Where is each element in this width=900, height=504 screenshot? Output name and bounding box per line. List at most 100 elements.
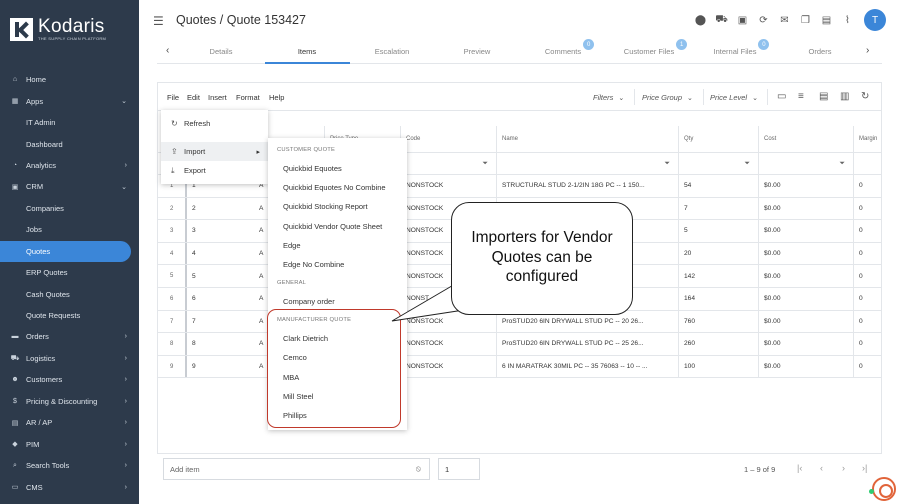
comment-icon[interactable]: ▤ — [819, 91, 828, 102]
qty-cell[interactable]: 164 — [678, 288, 758, 310]
tab-preview[interactable]: Preview — [437, 47, 517, 56]
filter-icon[interactable]: ⏷ — [664, 160, 670, 168]
menu-insert[interactable]: Insert — [208, 93, 227, 102]
menu-item-refresh[interactable]: ↻ Refresh — [161, 114, 268, 133]
sidebar-item-it-admin[interactable]: IT Admin — [0, 112, 139, 133]
file-download-icon[interactable]: ▤ — [816, 15, 837, 26]
cost-cell[interactable]: $0.00 — [758, 355, 853, 378]
mail-icon[interactable]: ✉ — [774, 15, 795, 26]
barcode-off-icon[interactable]: ⦸ — [416, 464, 421, 474]
card-view-icon[interactable]: ▭ — [777, 91, 786, 102]
cost-cell[interactable]: $0.00 — [758, 175, 853, 197]
sidebar-item-crm[interactable]: ▣ CRM ⌄ — [0, 176, 139, 197]
line-cell[interactable]: 2 — [185, 197, 254, 220]
qty-filter[interactable]: ⏷ — [678, 153, 758, 174]
margin-cell[interactable]: 0 — [853, 333, 882, 355]
name-cell[interactable]: STRUCTURAL STUD 2-1/2IN 18G PC -- 1 150.… — [496, 175, 678, 197]
truck-icon[interactable]: ⛟ — [711, 14, 732, 27]
sidebar-item-erp-quotes[interactable]: ERP Quotes — [0, 262, 139, 283]
tab-scroll-left-icon[interactable]: ‹ — [166, 45, 169, 56]
sidebar-item-cash-quotes[interactable]: Cash Quotes — [0, 283, 139, 304]
qty-cell[interactable]: 260 — [678, 333, 758, 355]
filter-icon[interactable]: ⏷ — [744, 160, 750, 168]
avatar[interactable]: T — [864, 9, 886, 31]
menu-item-import[interactable]: ⇪ Import ▸ — [161, 142, 268, 161]
qty-cell[interactable]: 7 — [678, 197, 758, 220]
tab-items[interactable]: Items — [267, 47, 347, 56]
next-page-icon[interactable]: › — [842, 463, 845, 473]
line-cell[interactable]: 5 — [185, 265, 254, 287]
add-item-qty-input[interactable]: 1 — [438, 458, 480, 480]
qty-cell[interactable]: 100 — [678, 355, 758, 378]
first-page-icon[interactable]: |‹ — [797, 463, 802, 473]
import-option[interactable]: Edge — [283, 241, 301, 250]
cost-cell[interactable]: $0.00 — [758, 333, 853, 355]
name-cell[interactable]: ProSTUD20 6IN DRYWALL STUD PC -- 25 26..… — [496, 333, 678, 355]
menu-help[interactable]: Help — [269, 93, 284, 102]
line-cell[interactable]: 4 — [185, 242, 254, 265]
sync-dollar-icon[interactable]: ⟳ — [753, 15, 774, 26]
sidebar-item-quotes[interactable]: Quotes — [0, 240, 131, 262]
cost-cell[interactable]: $0.00 — [758, 220, 853, 242]
sidebar-item-logistics[interactable]: ⛟ Logistics › — [0, 348, 139, 369]
code-cell[interactable]: NONSTOCK — [400, 355, 496, 378]
menu-edit[interactable]: Edit — [187, 93, 200, 102]
hamburger-menu-icon[interactable]: ☰ — [153, 14, 164, 28]
import-option[interactable]: Quickbid Equotes — [283, 164, 342, 173]
import-option[interactable]: Quickbid Equotes No Combine — [283, 183, 386, 192]
margin-cell[interactable]: 0 — [853, 355, 882, 378]
cost-cell[interactable]: $0.00 — [758, 197, 853, 220]
code-cell[interactable]: NONSTOCK — [400, 175, 496, 197]
line-cell[interactable]: 9 — [185, 355, 254, 378]
menu-file[interactable]: File — [167, 93, 179, 102]
tab-comments[interactable]: Comments 0 — [523, 39, 603, 56]
name-filter[interactable]: ⏷ — [496, 153, 678, 174]
line-cell[interactable]: 8 — [185, 333, 254, 355]
filters-dropdown[interactable]: Filters ⌄ — [593, 93, 624, 102]
sidebar-item-jobs[interactable]: Jobs — [0, 219, 139, 240]
sidebar-item-analytics[interactable]: ◔ Analytics › — [0, 155, 139, 176]
sidebar-item-dashboard[interactable]: Dashboard — [0, 133, 139, 154]
sidebar-item-apps[interactable]: ▦ Apps ⌄ — [0, 90, 139, 111]
column-header-code[interactable]: Code — [400, 126, 496, 152]
sidebar-item-customers[interactable]: ☻ Customers › — [0, 369, 139, 390]
line-cell[interactable]: 3 — [185, 220, 254, 242]
name-cell[interactable]: 6 IN MARATRAK 30MIL PC -- 35 76063 -- 10… — [496, 355, 678, 378]
code-filter[interactable]: ⏷ — [400, 153, 496, 174]
line-cell[interactable]: 7 — [185, 310, 254, 333]
paperclip-icon[interactable]: ⌇ — [837, 15, 858, 26]
cost-cell[interactable]: $0.00 — [758, 310, 853, 333]
margin-cell[interactable]: 0 — [853, 288, 882, 310]
sidebar-item-orders[interactable]: ▬ Orders › — [0, 326, 139, 347]
column-header-cost[interactable]: Cost — [758, 126, 853, 152]
cost-filter[interactable]: ⏷ — [758, 153, 853, 174]
sidebar-item-cms[interactable]: ▭ CMS › — [0, 476, 139, 497]
menu-format[interactable]: Format — [236, 93, 260, 102]
filter-icon[interactable]: ⏷ — [839, 160, 845, 168]
margin-cell[interactable]: 0 — [853, 197, 882, 220]
sidebar-item-companies[interactable]: Companies — [0, 198, 139, 219]
price-group-dropdown[interactable]: Price Group ⌄ — [642, 93, 693, 102]
cost-cell[interactable]: $0.00 — [758, 242, 853, 265]
tab-escalation[interactable]: Escalation — [352, 47, 432, 56]
cost-cell[interactable]: $0.00 — [758, 288, 853, 310]
qty-cell[interactable]: 5 — [678, 220, 758, 242]
copy-icon[interactable]: ❐ — [795, 15, 816, 26]
chat-help-icon[interactable] — [872, 477, 896, 501]
import-option[interactable]: Quickbid Stocking Report — [283, 202, 368, 211]
tab-orders[interactable]: Orders — [780, 47, 860, 56]
qty-cell[interactable]: 142 — [678, 265, 758, 287]
margin-cell[interactable]: 0 — [853, 242, 882, 265]
columns-icon[interactable]: ▥ — [840, 91, 849, 102]
refresh-icon[interactable]: ↻ — [861, 91, 869, 102]
code-cell[interactable]: NONSTOCK — [400, 333, 496, 355]
sidebar-item-ar-ap[interactable]: ▤ AR / AP › — [0, 412, 139, 433]
qty-cell[interactable]: 54 — [678, 175, 758, 197]
price-level-dropdown[interactable]: Price Level ⌄ — [710, 93, 758, 102]
margin-cell[interactable]: 0 — [853, 175, 882, 197]
line-cell[interactable]: 6 — [185, 288, 254, 310]
add-item-input[interactable]: Add item ⦸ — [163, 458, 430, 480]
add-row-icon[interactable]: ≡ — [798, 91, 804, 102]
column-header-name[interactable]: Name — [496, 126, 678, 152]
cost-cell[interactable]: $0.00 — [758, 265, 853, 287]
